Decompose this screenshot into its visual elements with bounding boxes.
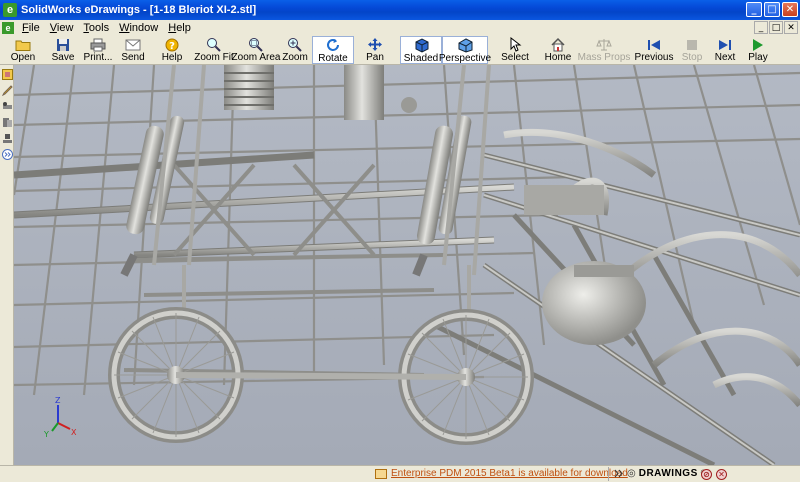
document-window-controls: _ □ ✕: [754, 21, 798, 34]
title-bar: e SolidWorks eDrawings - [1-18 Bleriot X…: [0, 0, 800, 20]
zoom-area-button[interactable]: Zoom Area: [232, 36, 280, 64]
menu-tools[interactable]: Tools: [78, 22, 114, 34]
cancel-status-icon[interactable]: ⊘: [701, 469, 712, 480]
update-link[interactable]: Enterprise PDM 2015 Beta1 is available f…: [391, 468, 628, 479]
expand-panel-icon[interactable]: [1, 148, 13, 160]
menu-view[interactable]: View: [45, 22, 79, 34]
shaded-button[interactable]: Shaded: [400, 36, 442, 64]
document-icon[interactable]: e: [2, 22, 14, 34]
update-notice[interactable]: Enterprise PDM 2015 Beta1 is available f…: [375, 468, 628, 479]
axis-y-label: Y: [43, 430, 49, 439]
rotate-button[interactable]: Rotate: [312, 36, 354, 64]
components-tab-icon[interactable]: [1, 68, 13, 80]
cursor-icon: [506, 37, 524, 52]
menu-window[interactable]: Window: [114, 22, 163, 34]
mass-props-button[interactable]: Mass Props: [578, 36, 630, 64]
zoom-area-icon: [247, 37, 265, 52]
close-button[interactable]: ✕: [782, 2, 798, 17]
status-divider: [608, 467, 609, 481]
stop-button[interactable]: Stop: [676, 36, 708, 64]
home-icon: [549, 37, 567, 52]
menu-bar: e File View Tools Window Help _ □ ✕: [0, 20, 800, 36]
minimize-button[interactable]: _: [746, 2, 762, 17]
measure-icon[interactable]: [1, 100, 13, 112]
play-button[interactable]: Play: [742, 36, 774, 64]
doc-close-button[interactable]: ✕: [784, 21, 798, 34]
edrawings-brand: ◎ DRAWINGS ®: [614, 468, 706, 479]
send-button[interactable]: Send: [116, 36, 150, 64]
next-button[interactable]: Next: [708, 36, 742, 64]
status-bar: Enterprise PDM 2015 Beta1 is available f…: [0, 465, 800, 482]
zoom-button[interactable]: Zoom: [278, 36, 312, 64]
zoom-fit-button[interactable]: Zoom Fit: [194, 36, 234, 64]
home-button[interactable]: Home: [538, 36, 578, 64]
zoom-fit-icon: [205, 37, 223, 52]
stamp-icon[interactable]: [1, 132, 13, 144]
doc-minimize-button[interactable]: _: [754, 21, 768, 34]
markup-pencil-icon[interactable]: [1, 84, 13, 96]
help-button[interactable]: ? Help: [150, 36, 194, 64]
printer-icon: [89, 37, 107, 52]
pan-icon: [366, 37, 384, 52]
info-icon: [375, 468, 387, 479]
section-icon[interactable]: [1, 116, 13, 128]
envelope-icon: [124, 37, 142, 52]
stop-icon: [683, 37, 701, 52]
side-panel-tabs: [0, 65, 14, 465]
next-icon: [716, 37, 734, 52]
previous-button[interactable]: Previous: [632, 36, 676, 64]
perspective-button[interactable]: Perspective: [439, 36, 491, 64]
axis-x-label: X: [71, 428, 77, 437]
close-status-icon[interactable]: ✕: [716, 469, 727, 480]
perspective-cube-icon: [456, 38, 474, 53]
folder-icon: [14, 37, 32, 52]
open-button[interactable]: Open: [0, 36, 46, 64]
menu-help[interactable]: Help: [163, 22, 196, 34]
axis-z-label: Z: [55, 396, 61, 405]
app-logo-icon: e: [3, 3, 17, 17]
svg-text:?: ?: [169, 41, 175, 52]
rotate-icon: [324, 38, 342, 53]
play-icon: [749, 37, 767, 52]
brand-name: DRAWINGS: [638, 468, 698, 479]
previous-icon: [645, 37, 663, 52]
select-button[interactable]: Select: [492, 36, 538, 64]
save-button[interactable]: Save: [46, 36, 80, 64]
shaded-cube-icon: [412, 38, 430, 53]
print-button[interactable]: Print...: [80, 36, 116, 64]
window-controls: _ □ ✕: [746, 2, 798, 17]
expand-arrows-icon: [614, 469, 623, 478]
pan-button[interactable]: Pan: [354, 36, 396, 64]
menu-file[interactable]: File: [17, 22, 45, 34]
floppy-icon: [54, 37, 72, 52]
model-viewport[interactable]: Z X Y: [14, 65, 800, 465]
main-toolbar: Open Save Print... Send ? Help Zoom Fit …: [0, 36, 800, 65]
help-icon: ?: [163, 37, 181, 52]
brand-logo-mark: ◎: [627, 468, 636, 479]
maximize-button[interactable]: □: [764, 2, 780, 17]
scale-icon: [595, 37, 613, 52]
doc-restore-button[interactable]: □: [769, 21, 783, 34]
window-title: SolidWorks eDrawings - [1-18 Bleriot XI-…: [21, 4, 257, 16]
zoom-icon: [286, 37, 304, 52]
